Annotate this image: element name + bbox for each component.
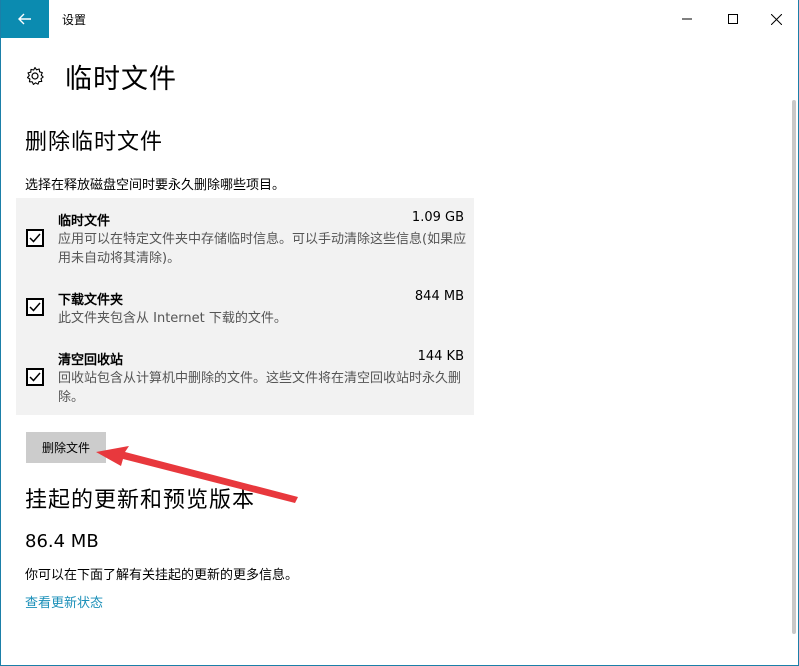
temp-file-list: 临时文件 1.09 GB 应用可以在特定文件夹中存储临时信息。可以手动清除这些信… (16, 198, 474, 415)
arrow-left-icon (18, 13, 31, 25)
updates-info: 你可以在下面了解有关挂起的更新的更多信息。 (25, 568, 299, 583)
checkbox-temp-files[interactable] (26, 229, 44, 247)
item-name: 临时文件 (58, 214, 111, 229)
checkmark-icon (29, 372, 41, 382)
checkmark-icon (29, 302, 41, 312)
item-name: 清空回收站 (58, 353, 124, 368)
updates-size: 86.4 MB (25, 531, 99, 552)
checkbox-recycle-bin[interactable] (26, 368, 44, 386)
maximize-icon (728, 14, 738, 24)
title-bar: 设置 (1, 0, 798, 38)
section-description: 选择在释放磁盘空间时要永久删除哪些项目。 (25, 178, 286, 193)
section-title-delete-temp: 删除临时文件 (25, 130, 164, 155)
back-button[interactable] (1, 0, 49, 38)
delete-files-button[interactable]: 删除文件 (26, 432, 106, 463)
maximize-button[interactable] (710, 0, 756, 38)
item-description: 回收站包含从计算机中删除的文件。这些文件将在清空回收站时永久删除。 (58, 371, 462, 405)
item-description: 此文件夹包含从 Internet 下载的文件。 (58, 311, 287, 326)
item-description: 应用可以在特定文件夹中存储临时信息。可以手动清除这些信息(如果应用未自动将其清除… (58, 232, 467, 266)
close-button[interactable] (753, 0, 799, 38)
page-header: 临时文件 (25, 58, 177, 95)
window-title: 设置 (62, 13, 87, 27)
view-update-status-link[interactable]: 查看更新状态 (25, 592, 103, 611)
scrollbar[interactable] (792, 100, 796, 634)
gear-icon (26, 66, 44, 85)
item-name: 下载文件夹 (58, 293, 124, 308)
minimize-icon (682, 18, 692, 20)
checkbox-downloads[interactable] (26, 298, 44, 316)
item-size: 144 KB (417, 349, 464, 364)
settings-window: 设置 临时文件 删除临时文件 选择在释放磁盘空间时要永久删除哪些项目。 临时文件… (0, 0, 799, 666)
page-title: 临时文件 (65, 63, 177, 95)
checkmark-icon (29, 233, 41, 243)
close-icon (770, 13, 782, 25)
item-size: 844 MB (414, 289, 464, 304)
section-title-pending-updates: 挂起的更新和预览版本 (25, 488, 256, 513)
minimize-button[interactable] (664, 0, 710, 38)
item-size: 1.09 GB (411, 210, 464, 225)
